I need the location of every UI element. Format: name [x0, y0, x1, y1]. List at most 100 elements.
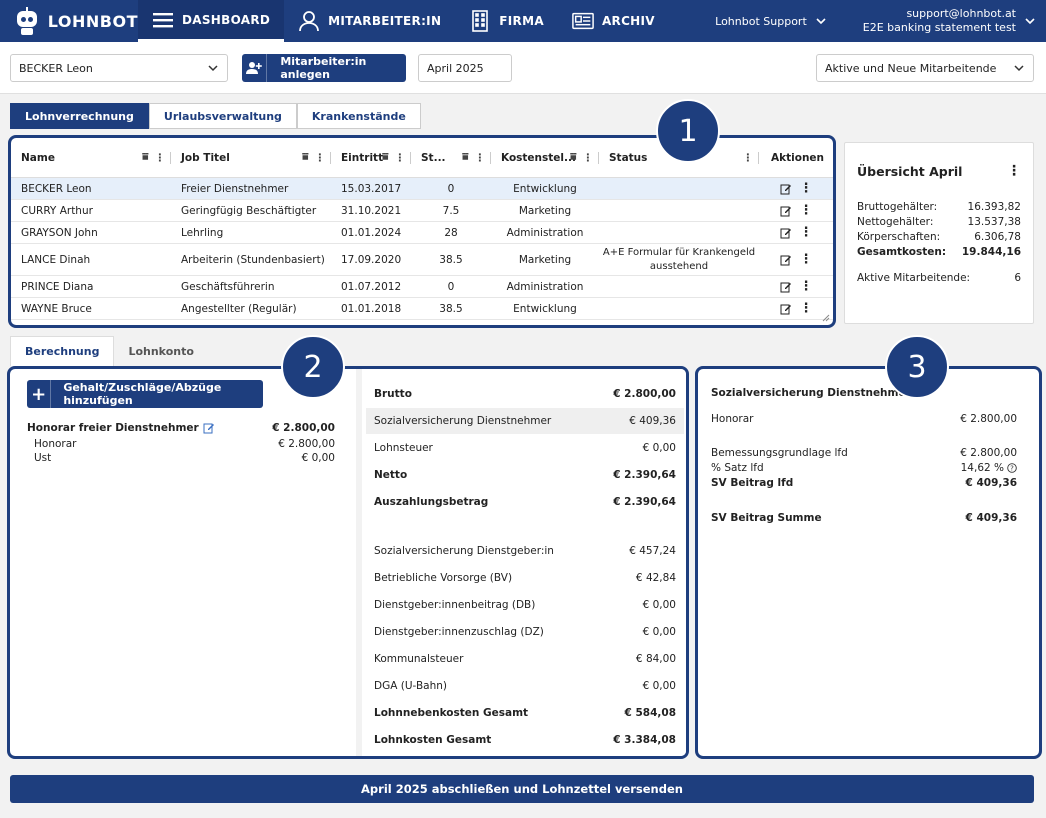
cell-kst: Entwicklung: [513, 182, 577, 195]
col-stunden[interactable]: St... ⩸ ⋮: [411, 138, 491, 177]
summary-label: Kommunalsteuer: [374, 653, 464, 665]
table-row[interactable]: LANCE Dinah Arbeiterin (Stundenbasiert) 17…: [11, 244, 833, 276]
row-actions: ⋮: [759, 225, 833, 240]
logo-text: LOHNBOT: [47, 11, 138, 31]
svg-text:?: ?: [1010, 465, 1014, 473]
summary-row: Sozialversicherung Dienstgeber:in € 457,2…: [366, 538, 684, 564]
more-vertical-icon[interactable]: ⋮: [475, 152, 486, 164]
tab-krankenstaende[interactable]: Krankenstände: [296, 103, 421, 129]
tab-lohnkonto[interactable]: Lohnkonto: [114, 336, 207, 366]
employee-table: Name ⩸ ⋮ Job Titel ⩸ ⋮ Eintritt ⩸ ⋮ St... ⩸…: [8, 135, 836, 328]
filter-icon[interactable]: ⩸: [570, 151, 576, 164]
edit-icon[interactable]: [780, 303, 792, 315]
summary-row: Betriebliche Vorsorge (BV) € 42,84: [366, 565, 684, 591]
more-vertical-icon[interactable]: ⋮: [395, 152, 406, 164]
col-name[interactable]: Name ⩸ ⋮: [11, 138, 171, 177]
row-actions: ⋮: [759, 252, 833, 267]
edit-icon[interactable]: [780, 254, 792, 266]
edit-icon[interactable]: [780, 281, 792, 293]
edit-icon[interactable]: [780, 227, 792, 239]
table-row[interactable]: CURRY Arthur Geringfügig Beschäftigter 31.…: [11, 200, 833, 222]
cell-kst: Marketing: [518, 204, 572, 217]
summary-label: Sozialversicherung Dienstgeber:in: [374, 545, 554, 557]
tab-urlaubsverwaltung[interactable]: Urlaubsverwaltung: [148, 103, 297, 129]
summary-row: Kommunalsteuer € 84,00: [366, 646, 684, 672]
col-name-label: Name: [21, 151, 55, 164]
cell-job: Lehrling: [181, 226, 224, 239]
filter-select[interactable]: Aktive und Neue Mitarbeitende: [816, 54, 1034, 82]
summary-label: Brutto: [374, 388, 412, 400]
support-menu[interactable]: Lohnbot Support: [715, 15, 827, 28]
more-vertical-icon[interactable]: ⋮: [800, 225, 813, 240]
col-kostenstelle[interactable]: Kostenstel... ⩸ ⋮: [491, 138, 599, 177]
resize-handle-icon[interactable]: [822, 314, 830, 322]
table-row[interactable]: BECKER Leon Freier Dienstnehmer 15.03.2017…: [11, 178, 833, 200]
summary-value: € 584,08: [624, 707, 676, 719]
plus-icon: +: [27, 380, 52, 408]
more-vertical-icon[interactable]: ⋮: [800, 203, 813, 218]
more-vertical-icon[interactable]: ⋮: [155, 152, 166, 164]
month-select[interactable]: April 2025: [418, 54, 512, 82]
edit-icon[interactable]: [780, 205, 792, 217]
more-vertical-icon[interactable]: ⋮: [583, 152, 594, 164]
add-employee-button[interactable]: Mitarbeiter:in anlegen: [242, 54, 406, 82]
col-eintritt-label: Eintritt: [341, 151, 384, 164]
table-row[interactable]: PRINCE Diana Geschäftsführerin 01.07.2012 0…: [11, 276, 833, 298]
nav-dashboard[interactable]: DASHBOARD: [138, 0, 285, 42]
col-kostenstelle-label: Kostenstel...: [501, 151, 576, 164]
table-row[interactable]: WAYNE Bruce Angestellter (Regulär) 01.01.2…: [11, 298, 833, 320]
nav-dashboard-label: DASHBOARD: [182, 12, 271, 27]
col-job[interactable]: Job Titel ⩸ ⋮: [171, 138, 331, 177]
help-icon[interactable]: ?: [1007, 463, 1017, 473]
add-salary-button[interactable]: + Gehalt/Zuschläge/Abzüge hinzufügen: [27, 380, 263, 408]
summary-list: Brutto € 2.800,00 Sozialversicherung Diens…: [362, 369, 686, 756]
nav-firma[interactable]: FIRMA: [455, 0, 558, 42]
user-icon: [298, 10, 320, 32]
sv-panel: Sozialversicherung Dienstnehmer Honorar €…: [695, 366, 1042, 759]
nav-archiv[interactable]: ARCHIV: [558, 0, 669, 42]
close-month-button[interactable]: April 2025 abschließen und Lohnzettel ve…: [10, 775, 1034, 803]
tab-lohnverrechnung[interactable]: Lohnverrechnung: [10, 103, 149, 129]
edit-icon[interactable]: [780, 183, 792, 195]
filter-icon[interactable]: ⩸: [462, 151, 468, 164]
more-vertical-icon[interactable]: ⋮: [800, 181, 813, 196]
employee-select[interactable]: BECKER Leon: [10, 54, 228, 82]
more-vertical-icon[interactable]: ⋮: [315, 152, 326, 164]
summary-row: Auszahlungsbetrag € 2.390,64: [366, 489, 684, 515]
nav-mitarbeiter-label: MITARBEITER:IN: [328, 14, 442, 28]
overview-koerperschaften: Körperschaften: 6.306,78: [857, 231, 1021, 243]
honorar-block: Honorar freier Dienstnehmer € 2.800,00 H…: [27, 421, 335, 465]
cell-eintritt: 01.01.2018: [341, 302, 402, 315]
more-vertical-icon[interactable]: ⋮: [800, 301, 813, 316]
nav-archiv-label: ARCHIV: [601, 14, 655, 28]
summary-label: Netto: [374, 469, 408, 481]
cell-name: PRINCE Diana: [21, 280, 94, 293]
summary-value: € 0,00: [642, 680, 676, 692]
table-row[interactable]: GRAYSON John Lehrling 01.01.2024 28 Administ…: [11, 222, 833, 244]
cell-job: Freier Dienstnehmer: [181, 182, 289, 195]
more-vertical-icon[interactable]: ⋮: [800, 279, 813, 294]
nav-mitarbeiter[interactable]: MITARBEITER:IN: [284, 0, 455, 42]
summary-label: Sozialversicherung Dienstnehmer: [374, 415, 552, 427]
filter-icon[interactable]: ⩸: [142, 151, 148, 164]
filter-icon[interactable]: ⩸: [302, 151, 308, 164]
ust-line: Ust € 0,00: [34, 452, 335, 464]
tab-berechnung[interactable]: Berechnung: [10, 336, 115, 366]
edit-icon[interactable]: [203, 422, 215, 434]
logo[interactable]: LOHNBOT: [0, 0, 138, 42]
cell-kst: Administration: [506, 280, 584, 293]
cell-kst: Entwicklung: [513, 302, 577, 315]
chevron-down-icon: [1014, 65, 1024, 72]
col-eintritt[interactable]: Eintritt ⩸ ⋮: [331, 138, 411, 177]
account-email: support@lohnbot.at: [906, 7, 1016, 20]
more-vertical-icon[interactable]: ⋮: [800, 252, 813, 267]
step-badge-1: 1: [656, 99, 720, 163]
overview-aktive: Aktive Mitarbeitende: 6: [857, 272, 1021, 284]
filter-icon[interactable]: ⩸: [382, 151, 388, 164]
sv-beitrag: SV Beitrag lfd € 409,36: [711, 477, 1017, 489]
robot-logo-icon: [16, 7, 38, 35]
more-vertical-icon[interactable]: ⋮: [743, 152, 754, 164]
more-vertical-icon[interactable]: ⋮: [1007, 163, 1021, 179]
account-menu[interactable]: support@lohnbot.at E2E banking statement…: [863, 7, 1036, 35]
step-badge-3: 3: [885, 335, 949, 399]
